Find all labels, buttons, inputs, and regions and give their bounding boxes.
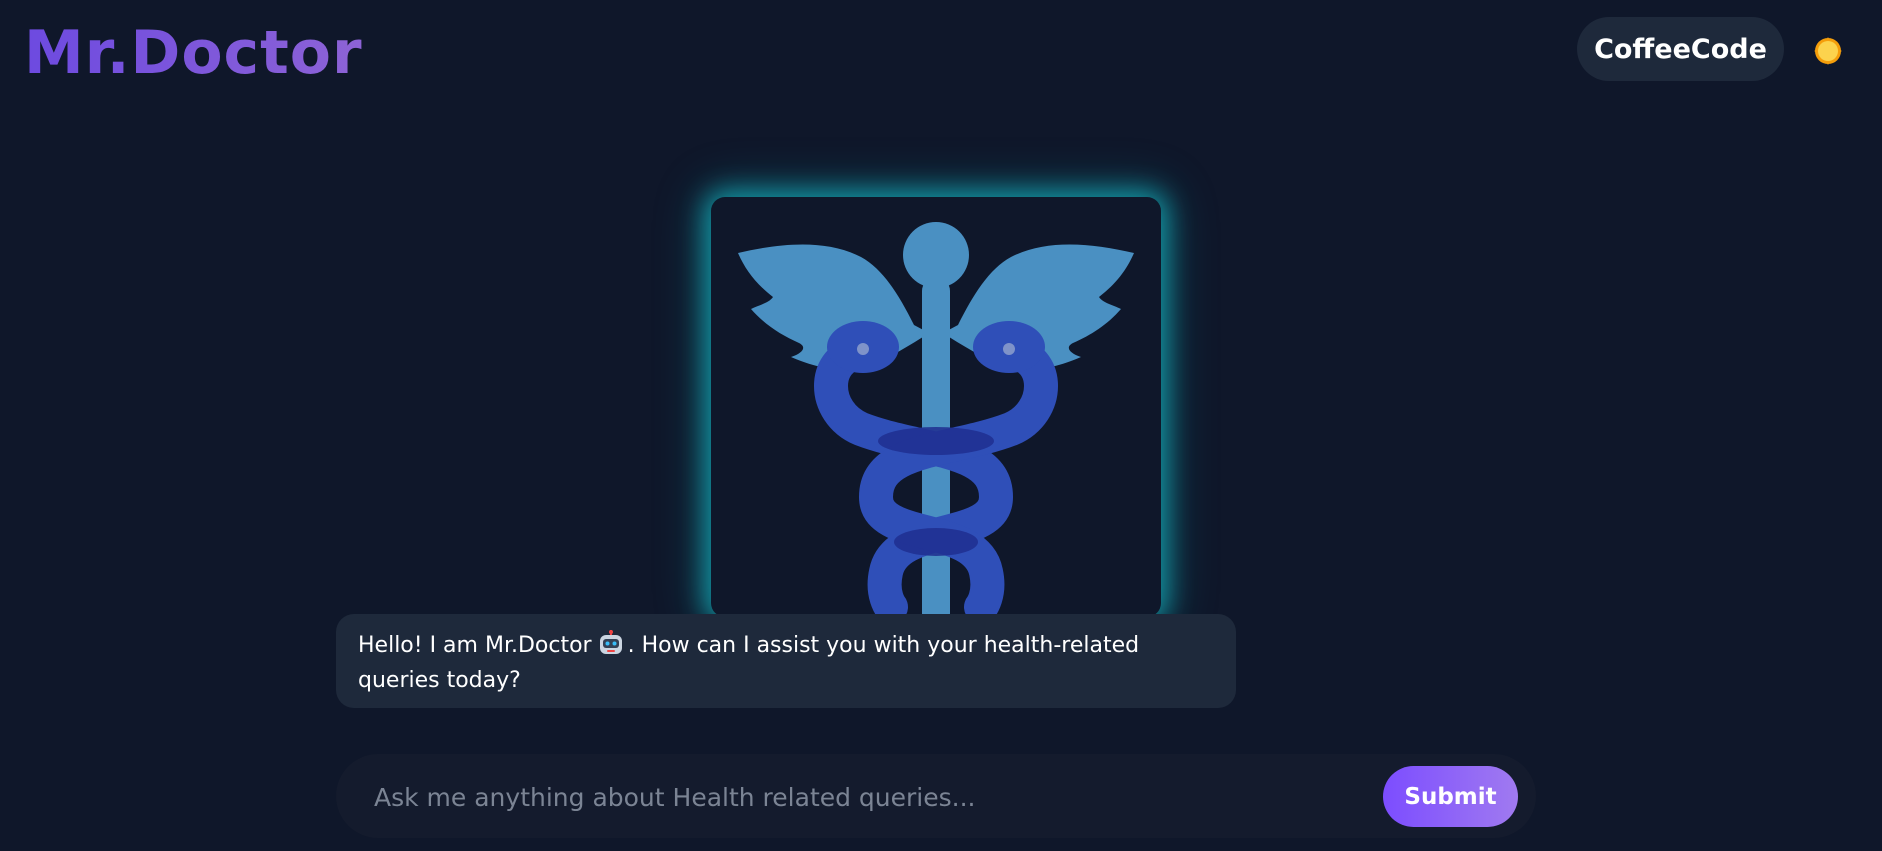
snake-overlap-lower [894,528,978,556]
hero-image-card [711,197,1161,617]
sun-icon [1814,37,1842,65]
robot-icon [598,630,624,665]
brand-logo[interactable]: Mr.Doctor [24,16,363,90]
left-snake-eye [857,343,869,355]
snake-overlap-upper [878,427,994,455]
app-root: Mr.Doctor CoffeeCode Hello! I am Mr.Doct… [0,0,1882,851]
assistant-message: Hello! I am Mr.Doctor . How can I assist… [336,614,1236,708]
query-input[interactable] [372,772,1376,822]
message-composer: Submit [336,754,1536,838]
caduceus-icon [738,222,1134,617]
submit-button[interactable]: Submit [1383,766,1518,827]
message-text-start: Hello! I am Mr.Doctor [358,633,592,658]
user-profile-button[interactable]: CoffeeCode [1577,17,1784,81]
right-snake-eye [1003,343,1015,355]
theme-toggle-button[interactable] [1813,36,1843,66]
